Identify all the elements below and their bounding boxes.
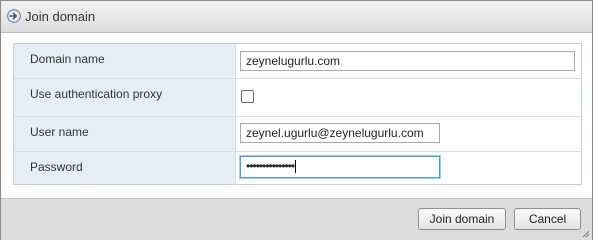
auth-proxy-label: Use authentication proxy xyxy=(30,87,163,101)
password-input[interactable]: ••••••••••••••• xyxy=(240,156,440,178)
password-row: Password ••••••••••••••• xyxy=(14,152,581,184)
password-label: Password xyxy=(30,160,83,174)
domain-name-label-cell: Domain name xyxy=(14,44,236,78)
domain-name-input[interactable]: zeynelugurlu.com xyxy=(240,51,575,71)
dialog-title: Join domain xyxy=(25,9,96,24)
dialog-title-bar[interactable]: Join domain xyxy=(1,1,592,33)
join-domain-dialog: Join domain Domain name zeynelugurlu.com… xyxy=(0,0,593,240)
password-mask: ••••••••••••••• xyxy=(246,159,295,173)
domain-name-label: Domain name xyxy=(30,52,105,66)
join-domain-arrow-icon xyxy=(7,9,21,23)
auth-proxy-checkbox[interactable] xyxy=(241,90,254,103)
auth-proxy-label-cell: Use authentication proxy xyxy=(14,79,236,116)
dialog-footer: Join domain Cancel xyxy=(1,198,592,240)
domain-name-row: Domain name zeynelugurlu.com xyxy=(14,44,581,79)
user-name-row: User name zeynel.ugurlu@zeynelugurlu.com xyxy=(14,117,581,152)
user-name-label: User name xyxy=(30,125,89,139)
user-name-input[interactable]: zeynel.ugurlu@zeynelugurlu.com xyxy=(240,123,440,143)
user-name-label-cell: User name xyxy=(14,117,236,151)
join-domain-button[interactable]: Join domain xyxy=(418,208,506,230)
auth-proxy-row: Use authentication proxy xyxy=(14,79,581,117)
password-label-cell: Password xyxy=(14,152,236,184)
text-caret xyxy=(295,160,297,174)
cancel-button[interactable]: Cancel xyxy=(514,208,581,230)
resize-grip-icon[interactable] xyxy=(582,230,590,238)
join-domain-form: Domain name zeynelugurlu.com Use authent… xyxy=(13,43,582,185)
